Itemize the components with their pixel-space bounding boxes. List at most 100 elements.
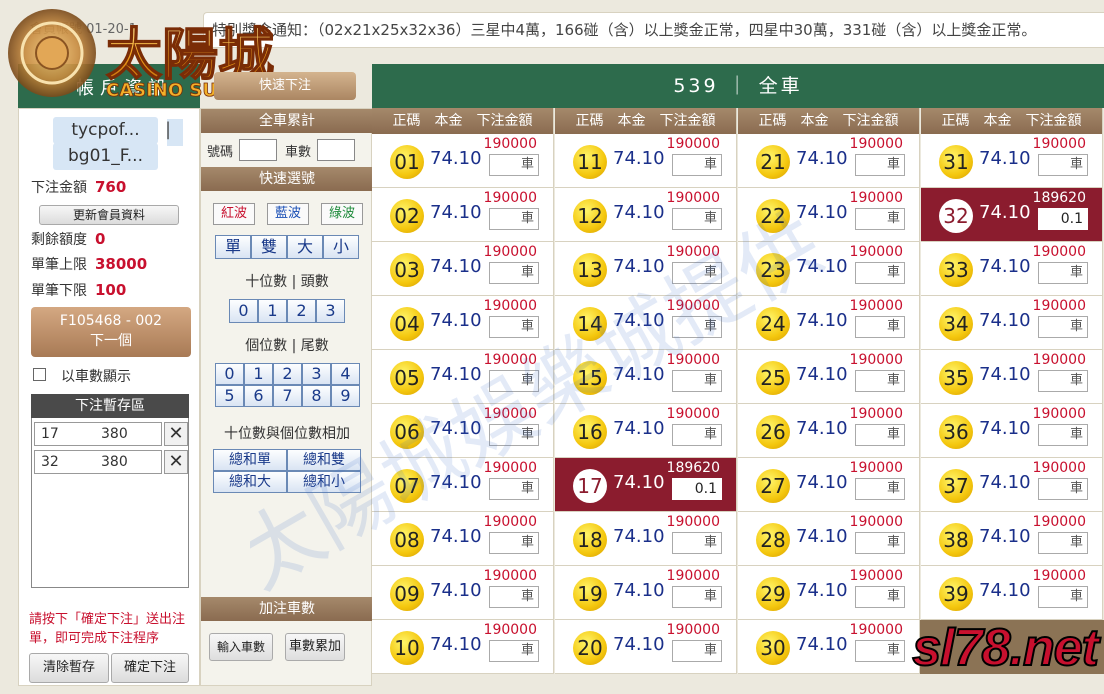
number-ball[interactable]: 30 (756, 631, 790, 665)
bet-input[interactable]: 車 (489, 208, 539, 230)
sum-small-button[interactable]: 總和小 (287, 471, 361, 493)
number-ball[interactable]: 09 (390, 577, 424, 611)
units-4-button[interactable]: 4 (331, 363, 360, 385)
bet-input[interactable]: 車 (489, 640, 539, 662)
units-5-button[interactable]: 5 (215, 385, 244, 407)
update-member-button[interactable]: 更新會員資料 (39, 205, 179, 225)
bet-input[interactable]: 車 (672, 586, 722, 608)
bet-input[interactable]: 車 (489, 370, 539, 392)
bet-input[interactable]: 車 (1038, 262, 1088, 284)
number-ball[interactable]: 16 (573, 415, 607, 449)
bet-input[interactable]: 車 (1038, 370, 1088, 392)
units-8-button[interactable]: 8 (302, 385, 331, 407)
number-cell-20[interactable]: 20 74.10 190000 車 (555, 620, 737, 674)
number-ball[interactable]: 33 (939, 253, 973, 287)
number-cell-35[interactable]: 35 74.10 190000 車 (921, 350, 1103, 404)
bet-input[interactable]: 車 (489, 316, 539, 338)
bet-input[interactable]: 0.1 (1038, 208, 1088, 230)
bet-input[interactable]: 車 (1038, 478, 1088, 500)
number-cell-01[interactable]: 01 74.10 190000 車 (372, 134, 554, 188)
number-ball[interactable]: 19 (573, 577, 607, 611)
number-ball[interactable]: 13 (573, 253, 607, 287)
bet-input[interactable]: 車 (1038, 316, 1088, 338)
number-cell-37[interactable]: 37 74.10 190000 車 (921, 458, 1103, 512)
units-2-button[interactable]: 2 (273, 363, 302, 385)
sum-odd-button[interactable]: 總和單 (213, 449, 287, 471)
number-cell-29[interactable]: 29 74.10 190000 車 (738, 566, 920, 620)
number-ball[interactable]: 22 (756, 199, 790, 233)
number-ball[interactable]: 18 (573, 523, 607, 557)
number-ball[interactable]: 38 (939, 523, 973, 557)
bet-input[interactable]: 車 (855, 370, 905, 392)
odd-button[interactable]: 單 (215, 235, 251, 259)
number-ball[interactable]: 25 (756, 361, 790, 395)
number-cell-26[interactable]: 26 74.10 190000 車 (738, 404, 920, 458)
next-order-button[interactable]: F105468 - 002 下一個 (31, 307, 191, 357)
number-cell-32[interactable]: 32 74.10 189620 0.1 (921, 188, 1103, 242)
blue-wave-button[interactable]: 藍波 (267, 203, 309, 225)
bet-input[interactable]: 車 (672, 154, 722, 176)
number-cell-09[interactable]: 09 74.10 190000 車 (372, 566, 554, 620)
number-ball[interactable]: 23 (756, 253, 790, 287)
number-cell-23[interactable]: 23 74.10 190000 車 (738, 242, 920, 296)
number-ball[interactable]: 01 (390, 145, 424, 179)
tens-3-button[interactable]: 3 (316, 299, 345, 323)
number-ball[interactable]: 05 (390, 361, 424, 395)
number-ball[interactable]: 39 (939, 577, 973, 611)
number-cell-31[interactable]: 31 74.10 190000 車 (921, 134, 1103, 188)
bet-input[interactable]: 車 (855, 478, 905, 500)
number-ball[interactable]: 36 (939, 415, 973, 449)
number-cell-18[interactable]: 18 74.10 190000 車 (555, 512, 737, 566)
bet-input[interactable]: 車 (855, 532, 905, 554)
quick-bet-button[interactable]: 快速下注 (214, 72, 356, 100)
number-cell-22[interactable]: 22 74.10 190000 車 (738, 188, 920, 242)
bet-input[interactable]: 0.1 (672, 478, 722, 500)
number-ball[interactable]: 15 (573, 361, 607, 395)
number-ball[interactable]: 03 (390, 253, 424, 287)
add-car-button[interactable]: 車數累加 (285, 633, 345, 661)
units-6-button[interactable]: 6 (244, 385, 273, 407)
number-cell-16[interactable]: 16 74.10 190000 車 (555, 404, 737, 458)
number-cell-25[interactable]: 25 74.10 190000 車 (738, 350, 920, 404)
units-3-button[interactable]: 3 (302, 363, 331, 385)
bet-input[interactable]: 車 (489, 424, 539, 446)
units-0-button[interactable]: 0 (215, 363, 244, 385)
bet-input[interactable]: 車 (855, 586, 905, 608)
units-9-button[interactable]: 9 (331, 385, 360, 407)
number-cell-15[interactable]: 15 74.10 190000 車 (555, 350, 737, 404)
number-cell-04[interactable]: 04 74.10 190000 車 (372, 296, 554, 350)
number-cell-30[interactable]: 30 74.10 190000 車 (738, 620, 920, 674)
number-cell-27[interactable]: 27 74.10 190000 車 (738, 458, 920, 512)
number-cell-36[interactable]: 36 74.10 190000 車 (921, 404, 1103, 458)
sum-big-button[interactable]: 總和大 (213, 471, 287, 493)
number-cell-12[interactable]: 12 74.10 190000 車 (555, 188, 737, 242)
bet-input[interactable]: 車 (672, 208, 722, 230)
number-cell-03[interactable]: 03 74.10 190000 車 (372, 242, 554, 296)
number-ball[interactable]: 12 (573, 199, 607, 233)
number-ball[interactable]: 32 (939, 199, 973, 233)
number-ball[interactable]: 07 (390, 469, 424, 503)
number-cell-13[interactable]: 13 74.10 190000 車 (555, 242, 737, 296)
number-ball[interactable]: 04 (390, 307, 424, 341)
big-button[interactable]: 大 (287, 235, 323, 259)
number-cell-02[interactable]: 02 74.10 190000 車 (372, 188, 554, 242)
number-ball[interactable]: 02 (390, 199, 424, 233)
number-cell-17[interactable]: 17 74.10 189620 0.1 (555, 458, 737, 512)
number-ball[interactable]: 37 (939, 469, 973, 503)
number-cell-34[interactable]: 34 74.10 190000 車 (921, 296, 1103, 350)
number-cell-24[interactable]: 24 74.10 190000 車 (738, 296, 920, 350)
number-ball[interactable]: 06 (390, 415, 424, 449)
bet-input[interactable]: 車 (855, 262, 905, 284)
bet-input[interactable]: 車 (855, 208, 905, 230)
bet-input[interactable]: 車 (855, 424, 905, 446)
number-cell-33[interactable]: 33 74.10 190000 車 (921, 242, 1103, 296)
number-ball[interactable]: 35 (939, 361, 973, 395)
even-button[interactable]: 雙 (251, 235, 287, 259)
bet-input[interactable]: 車 (1038, 586, 1088, 608)
number-ball[interactable]: 34 (939, 307, 973, 341)
bet-input[interactable]: 車 (489, 478, 539, 500)
number-ball[interactable]: 26 (756, 415, 790, 449)
units-1-button[interactable]: 1 (244, 363, 273, 385)
number-cell-19[interactable]: 19 74.10 190000 車 (555, 566, 737, 620)
green-wave-button[interactable]: 綠波 (321, 203, 363, 225)
